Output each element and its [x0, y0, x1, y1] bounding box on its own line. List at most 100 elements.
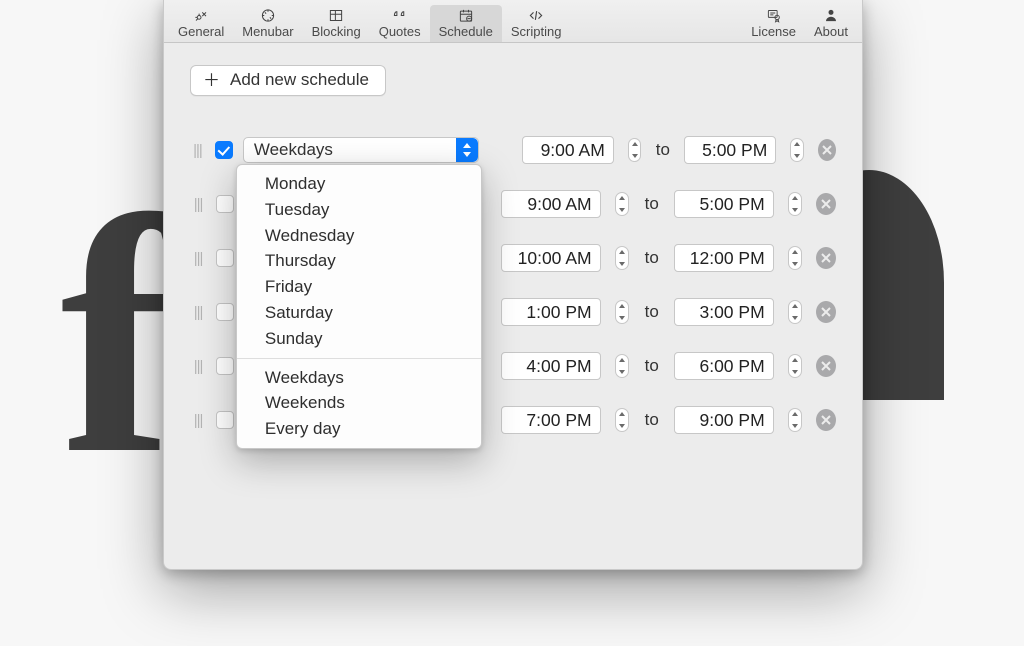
from-time-input[interactable]: 1:00 PM	[501, 298, 600, 326]
schedule-row: ||| Weekdays Monday Tuesday Wednesday Th…	[190, 136, 836, 164]
delete-row-button[interactable]	[818, 139, 836, 161]
schedule-enabled-checkbox[interactable]	[216, 249, 234, 267]
toolbar-tab-about[interactable]: About	[805, 5, 857, 42]
toolbar-tab-label: Blocking	[312, 25, 361, 38]
to-time-value: 12:00 PM	[675, 248, 768, 269]
plus-icon: ＋	[203, 72, 220, 89]
toolbar-tab-general[interactable]: General	[169, 5, 233, 42]
dropdown-option[interactable]: Tuesday	[237, 197, 481, 223]
toolbar-tab-scripting[interactable]: Scripting	[502, 5, 571, 42]
drag-handle-icon[interactable]: |||	[190, 142, 205, 159]
to-time-input[interactable]: 9:00 PM	[674, 406, 773, 434]
from-time-stepper[interactable]	[615, 192, 630, 216]
delete-row-button[interactable]	[816, 409, 836, 431]
toolbar-tab-license[interactable]: License	[742, 5, 805, 42]
to-time-value: 5:00 PM	[675, 194, 768, 215]
schedule-enabled-checkbox[interactable]	[216, 303, 234, 321]
drag-handle-icon[interactable]: |||	[190, 358, 206, 375]
dropdown-option[interactable]: Weekends	[237, 390, 481, 416]
toolbar-tab-menubar[interactable]: Menubar	[233, 5, 302, 42]
toolbar-tab-schedule[interactable]: Schedule	[430, 5, 502, 42]
from-time-value: 9:00 AM	[523, 140, 609, 161]
from-time-input[interactable]: 4:00 PM	[501, 352, 600, 380]
dropdown-separator	[237, 358, 481, 359]
from-time-value: 7:00 PM	[502, 410, 595, 431]
to-time-stepper[interactable]	[788, 192, 803, 216]
dropdown-option[interactable]: Monday	[237, 171, 481, 197]
gear-icon	[189, 8, 213, 23]
toolbar-tab-label: About	[814, 25, 848, 38]
code-icon	[524, 8, 548, 23]
to-time-input[interactable]: 3:00 PM	[674, 298, 773, 326]
dropdown-option[interactable]: Friday	[237, 274, 481, 300]
person-icon	[821, 8, 841, 23]
quotes-icon	[389, 8, 411, 23]
add-schedule-button[interactable]: ＋ Add new schedule	[190, 65, 386, 96]
drag-handle-icon[interactable]: |||	[190, 412, 206, 429]
background-decorative-letter: f	[60, 140, 173, 531]
day-select-value: Weekdays	[254, 140, 333, 160]
schedule-list: ||| Weekdays Monday Tuesday Wednesday Th…	[190, 136, 836, 434]
to-time-stepper[interactable]	[790, 138, 804, 162]
to-time-stepper[interactable]	[788, 408, 803, 432]
schedule-panel: ＋ Add new schedule ||| Weekdays Monday	[164, 43, 862, 444]
to-time-input[interactable]: 12:00 PM	[674, 244, 773, 272]
delete-row-button[interactable]	[816, 247, 836, 269]
dropdown-option[interactable]: Thursday	[237, 248, 481, 274]
toolbar-tab-label: General	[178, 25, 224, 38]
toolbar-tab-label: License	[751, 25, 796, 38]
dropdown-option[interactable]: Wednesday	[237, 223, 481, 249]
from-time-stepper[interactable]	[628, 138, 642, 162]
dropdown-option[interactable]: Every day	[237, 416, 481, 442]
to-time-value: 5:00 PM	[685, 140, 771, 161]
delete-row-button[interactable]	[816, 193, 836, 215]
dropdown-option[interactable]: Saturday	[237, 300, 481, 326]
from-time-input[interactable]: 7:00 PM	[501, 406, 600, 434]
drag-handle-icon[interactable]: |||	[190, 196, 206, 213]
to-label: to	[639, 356, 664, 376]
from-time-input[interactable]: 9:00 AM	[501, 190, 600, 218]
to-time-stepper[interactable]	[788, 246, 803, 270]
to-label: to	[639, 410, 664, 430]
from-time-stepper[interactable]	[615, 408, 630, 432]
from-time-stepper[interactable]	[615, 354, 630, 378]
schedule-enabled-checkbox[interactable]	[216, 195, 234, 213]
dropdown-option[interactable]: Weekdays	[237, 365, 481, 391]
from-time-value: 9:00 AM	[502, 194, 595, 215]
schedule-enabled-checkbox[interactable]	[215, 141, 233, 159]
delete-row-button[interactable]	[816, 355, 836, 377]
from-time-input[interactable]: 9:00 AM	[522, 136, 614, 164]
drag-handle-icon[interactable]: |||	[190, 304, 206, 321]
to-label: to	[639, 194, 664, 214]
drag-handle-icon[interactable]: |||	[190, 250, 206, 267]
calendar-icon	[455, 8, 477, 23]
to-time-input[interactable]: 5:00 PM	[674, 190, 773, 218]
to-time-value: 9:00 PM	[675, 410, 768, 431]
delete-row-button[interactable]	[816, 301, 836, 323]
from-time-stepper[interactable]	[615, 300, 630, 324]
to-label: to	[639, 302, 664, 322]
from-time-value: 1:00 PM	[502, 302, 595, 323]
to-time-value: 6:00 PM	[675, 356, 768, 377]
to-time-input[interactable]: 6:00 PM	[674, 352, 773, 380]
schedule-enabled-checkbox[interactable]	[216, 357, 234, 375]
day-select-dropdown: Monday Tuesday Wednesday Thursday Friday…	[236, 164, 482, 449]
from-time-stepper[interactable]	[615, 246, 630, 270]
dropdown-option[interactable]: Sunday	[237, 326, 481, 352]
add-schedule-label: Add new schedule	[230, 70, 369, 90]
toolbar-tab-label: Quotes	[379, 25, 421, 38]
certificate-icon	[763, 8, 785, 23]
toolbar-tab-blocking[interactable]: Blocking	[303, 5, 370, 42]
to-time-stepper[interactable]	[788, 300, 803, 324]
to-label: to	[651, 140, 674, 160]
to-time-input[interactable]: 5:00 PM	[684, 136, 776, 164]
to-time-stepper[interactable]	[788, 354, 803, 378]
toolbar-tab-quotes[interactable]: Quotes	[370, 5, 430, 42]
toolbar-tab-label: Schedule	[439, 25, 493, 38]
compass-icon	[257, 8, 279, 23]
schedule-enabled-checkbox[interactable]	[216, 411, 234, 429]
from-time-input[interactable]: 10:00 AM	[501, 244, 600, 272]
toolbar-tab-label: Scripting	[511, 25, 562, 38]
day-select[interactable]: Weekdays	[243, 137, 479, 163]
from-time-value: 4:00 PM	[502, 356, 595, 377]
